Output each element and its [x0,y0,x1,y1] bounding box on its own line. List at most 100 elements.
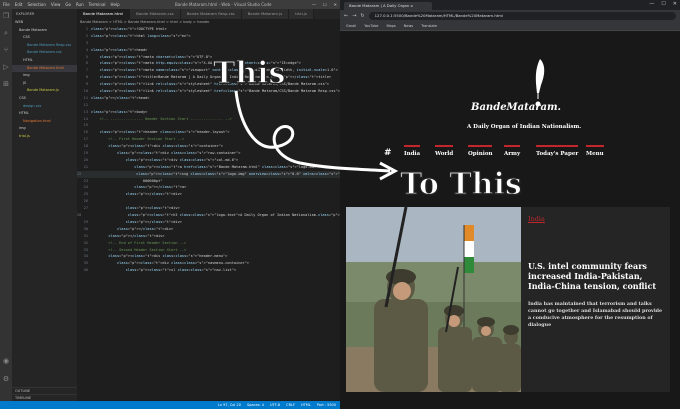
bookmark-maps[interactable]: Maps [386,24,395,28]
file-tree-item[interactable]: design.css [12,103,77,111]
file-tree-item[interactable]: HTML [12,57,77,65]
menu-item-selection[interactable]: Selection [27,2,45,7]
files-icon[interactable]: ❐ [0,12,12,26]
close-icon[interactable]: ✕ [673,1,677,7]
bookmark-gmail[interactable]: Gmail [346,24,356,28]
status-item[interactable]: CRLF [286,403,295,407]
file-tree-item[interactable]: Bande Mataram.js [12,87,77,95]
maximize-icon[interactable]: ☐ [661,1,665,7]
back-icon[interactable]: ← [344,13,348,19]
breadcrumb[interactable]: Bande Mataram > HTML > Bande Mataram.htm… [77,19,340,26]
outline-section[interactable]: OUTLINE [12,387,77,394]
overlay-text-this: This [212,55,286,91]
source-control-icon[interactable]: ⑂ [0,46,12,60]
news-category[interactable]: India [528,215,545,223]
nav-item-world[interactable]: World [435,145,454,157]
menu-item-run[interactable]: Run [76,2,84,7]
code-line: 11 class="p"></class="t">head> [77,95,340,102]
file-tree-item[interactable]: img [12,125,77,133]
file-tree-item[interactable]: trial.js [12,133,77,141]
editor-tab[interactable]: Bande Mataram.html [77,9,131,19]
file-tree-item[interactable]: CSS [12,95,77,103]
code-line: 1 class="p"><class="t">!DOCTYPE html> [77,26,340,33]
file-tree-item[interactable]: Navigation.html [12,118,77,126]
browser-window: Bande Mataram | A Daily Organ o — ☐ ✕ ← … [340,0,680,409]
code-line: 9 class="p"><class="t">link rel=class="s… [77,81,340,88]
minimize-icon[interactable]: — [312,2,316,7]
address-row: ← → ↻ 127.0.0.1:5500/Bande%20Mataram/HTM… [340,10,680,22]
editor-tab[interactable]: trial.js [289,9,314,19]
activity-bar: ❐ ⌕ ⑂ ▷ ⊞ ◉ ⚙ [0,9,12,401]
account-icon[interactable]: ◉ [0,357,12,371]
line-number: 17 [83,137,88,142]
file-tree-item[interactable]: Bande Mataram Resp.css [12,42,77,50]
run-debug-icon[interactable]: ▷ [0,63,12,77]
timeline-section[interactable]: TIMELINE [12,394,77,401]
address-bar[interactable]: 127.0.0.1:5500/Bande%20Mataram/HTML/Band… [368,12,676,20]
settings-gear-icon[interactable]: ⚙ [0,375,12,389]
status-item[interactable]: UTF-8 [270,403,280,407]
site-logo[interactable]: BandeMataram. [471,102,561,113]
code-text: class="p"></class="t">a> [134,185,187,190]
file-tree-item[interactable]: Bande Mataram [12,27,77,35]
vscode-titlebar: File Edit Selection View Go Run Terminal Help B… [0,0,340,9]
code-line: 30 class="p"></class="t">div> [77,226,340,233]
code-line: 14 <!-- --------------- Header Section S… [77,116,340,123]
line-number: 20 [83,157,88,162]
code-line: 25 class="p"></class="t">div> [77,191,340,198]
menu-item-file[interactable]: File [3,2,10,7]
menu-item-view[interactable]: View [51,2,61,7]
forward-icon[interactable]: → [352,13,356,19]
minimize-icon[interactable]: — [649,1,654,7]
nav-hash[interactable]: # [384,148,392,158]
nav-item-opinion[interactable]: Opinion [468,145,493,157]
menu-item-help[interactable]: Help [111,2,120,7]
file-tree-item[interactable]: CSS [12,34,77,42]
status-item[interactable]: Ln 97, Col 20 [218,403,241,407]
menu-item-terminal[interactable]: Terminal [89,2,106,7]
news-headline[interactable]: U.S. intel community fears increased Ind… [528,261,666,291]
code-text: class="p"><class="t">div class=class="s"… [108,144,224,149]
status-item[interactable]: Spaces: 4 [247,403,264,407]
file-tree-item[interactable]: JS [12,80,77,88]
file-tree-item[interactable]: HTML [12,110,77,118]
close-icon[interactable]: ✕ [334,2,337,7]
editor-tab[interactable]: Bande Mataram Resp.css [180,9,242,19]
nav-item-menu[interactable]: Menu [586,145,604,157]
maximize-icon[interactable]: ☐ [323,2,327,7]
bookmark-translate[interactable]: Translate [421,24,437,28]
news-card[interactable]: India U.S. intel community fears increas… [346,207,670,392]
bookmark-news[interactable]: News [404,24,413,28]
line-number: 36 [83,268,88,273]
code-line: 23 000000pt" [77,178,340,185]
nav-item-today-s-paper[interactable]: Today's Paper [536,145,579,157]
line-number: 34 [83,254,88,259]
status-item[interactable]: HTML [301,403,311,407]
status-item[interactable]: Port : 5500 [317,403,336,407]
search-icon[interactable]: ⌕ [0,29,12,43]
code-text: class="p"><class="t">div> [125,206,180,211]
editor-tab[interactable]: Bande Mataram.css [130,9,181,19]
bookmark-youtube[interactable]: YouTube [364,24,378,28]
reload-icon[interactable]: ↻ [360,13,364,19]
file-tree-item[interactable]: img [12,72,77,80]
file-tree-item[interactable]: WEB [12,19,77,27]
editor-tab[interactable]: Bande Mataram.js [241,9,290,19]
code-text: <!-- End of First Header Section --> [91,240,187,245]
browser-tab[interactable]: Bande Mataram | A Daily Organ o [344,2,432,10]
extensions-icon[interactable]: ⊞ [0,80,12,94]
nav-item-india[interactable]: India [404,145,421,157]
file-tree-item[interactable]: Bande Mataram.html [12,64,77,73]
file-tree-item[interactable]: Bande Mataram.css [12,49,77,57]
line-number: 2 [85,33,88,38]
code-editor[interactable]: 1 class="p"><class="t">!DOCTYPE html> 2 cla… [77,26,424,274]
line-number: 29 [83,219,88,224]
code-line: 28 class="p"><class="t">h3 class=class="… [77,212,372,219]
code-line: 15 [77,122,340,129]
menu-item-go[interactable]: Go [65,2,71,7]
code-line: 12 [77,102,340,109]
line-number: 18 [83,144,88,149]
nav-item-army[interactable]: Army [504,145,521,157]
code-line: 7 class="p"><class="t">meta name=class="… [77,67,340,74]
menu-item-edit[interactable]: Edit [15,2,23,7]
